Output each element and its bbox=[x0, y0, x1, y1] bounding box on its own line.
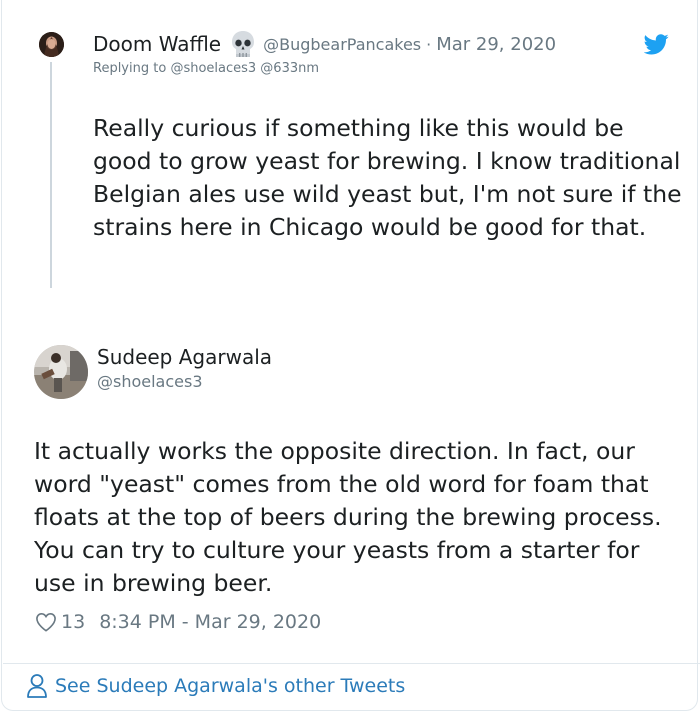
parent-tweet-text: Really curious if something like this wo… bbox=[93, 114, 682, 241]
header-separator: · bbox=[426, 34, 432, 54]
thread-connector-line bbox=[50, 62, 52, 288]
parent-author-handle[interactable]: @BugbearPancakes bbox=[263, 35, 421, 54]
see-other-tweets-link[interactable]: See Sudeep Agarwala's other Tweets bbox=[26, 673, 405, 699]
parent-author-avatar[interactable] bbox=[39, 32, 64, 57]
replying-prefix: Replying to bbox=[93, 61, 167, 76]
twitter-bird-icon[interactable] bbox=[644, 34, 669, 55]
tweet-card: Doom Waffle @BugbearPancakes · Mar 29, 2… bbox=[1, 0, 700, 711]
main-tweet-text: It actually works the opposite direction… bbox=[34, 437, 662, 597]
replying-to-line: Replying to @shoelaces3 @633nm bbox=[93, 61, 319, 76]
main-author-avatar[interactable] bbox=[34, 345, 88, 399]
main-author-name[interactable]: Sudeep Agarwala bbox=[97, 345, 272, 369]
heart-icon[interactable] bbox=[35, 612, 57, 632]
main-author-handle[interactable]: @shoelaces3 bbox=[97, 372, 203, 391]
like-count[interactable]: 13 bbox=[61, 611, 85, 633]
see-other-tweets-label[interactable]: See Sudeep Agarwala's other Tweets bbox=[55, 675, 405, 697]
person-icon bbox=[27, 674, 47, 698]
tweet-meta: 13 8:34 PM - Mar 29, 2020 bbox=[35, 611, 321, 633]
parent-tweet-date[interactable]: Mar 29, 2020 bbox=[436, 34, 556, 55]
replying-mentions[interactable]: @shoelaces3 @633nm bbox=[170, 61, 319, 76]
footer-divider bbox=[3, 663, 700, 664]
tweet-timestamp[interactable]: 8:34 PM - Mar 29, 2020 bbox=[99, 611, 321, 633]
parent-tweet-header: Doom Waffle @BugbearPancakes · Mar 29, 2… bbox=[93, 30, 556, 58]
skull-emoji bbox=[230, 30, 256, 58]
parent-author-name[interactable]: Doom Waffle bbox=[93, 32, 221, 56]
